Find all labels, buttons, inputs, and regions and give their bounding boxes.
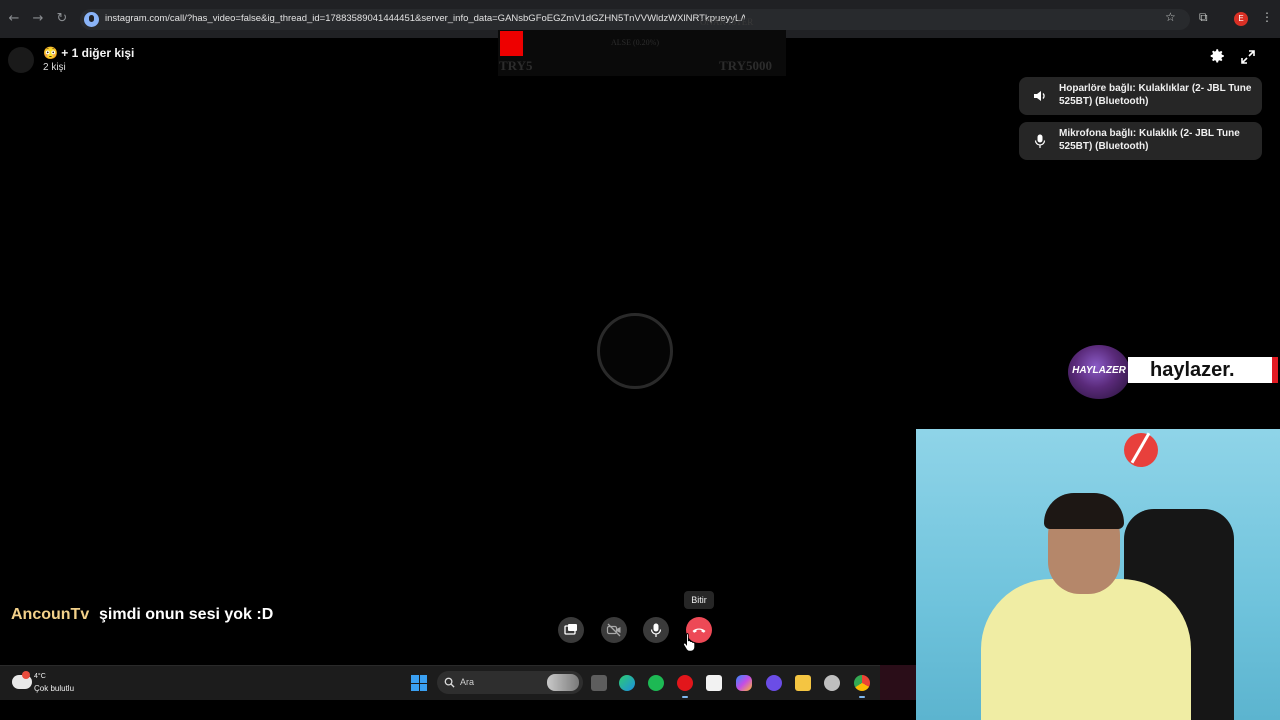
- profile-avatar[interactable]: E: [1234, 12, 1248, 26]
- microphone-text: Mikrofona bağlı: Kulaklık (2- JBL Tune 5…: [1059, 128, 1240, 152]
- copilot-icon[interactable]: [736, 675, 752, 691]
- app-icon[interactable]: [766, 675, 782, 691]
- share-screen-button[interactable]: [558, 617, 584, 643]
- taskbar-tray: [880, 665, 916, 700]
- chat-username: AncounTv: [11, 606, 90, 623]
- store-icon[interactable]: [706, 675, 722, 691]
- camera-off-icon: [606, 623, 621, 637]
- participant-avatar: [597, 313, 673, 389]
- call-title-text: + 1 diğer kişi: [61, 46, 135, 60]
- webcam-feed: [916, 429, 1280, 720]
- microphone-button[interactable]: [643, 617, 669, 643]
- address-bar[interactable]: instagram.com/call/?has_video=false&ig_t…: [80, 9, 1190, 30]
- overlay-percent: ALSE (0.20%): [611, 38, 659, 47]
- obs-icon[interactable]: [824, 675, 840, 691]
- search-highlight-image: [547, 674, 579, 691]
- streamer-logo-text: HAYLAZER: [1072, 365, 1126, 376]
- participant-count: 2 kişi: [43, 62, 66, 73]
- end-call-tooltip: Bitir: [684, 591, 714, 609]
- opera-icon[interactable]: [677, 675, 693, 691]
- edge-icon[interactable]: [619, 675, 635, 691]
- pen-logo-icon: [1124, 433, 1158, 467]
- chrome-active-indicator: [859, 696, 865, 698]
- overlay-title: ONAK İSTER: [700, 17, 754, 27]
- goal-progress-bar: [500, 31, 523, 56]
- overlay-max: TRY5000: [719, 58, 772, 73]
- chrome-icon[interactable]: [854, 675, 870, 691]
- hand-cursor-icon: [683, 633, 696, 652]
- speaker-notification: Hoparlöre bağlı: Kulaklıklar (2- JBL Tun…: [1019, 77, 1262, 115]
- windows-start-icon[interactable]: [411, 675, 427, 691]
- camera-off-button[interactable]: [601, 617, 627, 643]
- streamer-name: haylazer.: [1150, 359, 1235, 381]
- search-icon: [444, 677, 455, 688]
- site-info-icon[interactable]: [84, 12, 99, 27]
- taskbar-search[interactable]: Ara: [437, 671, 583, 694]
- reload-icon[interactable]: ↻: [54, 11, 70, 27]
- back-icon[interactable]: ←: [6, 11, 22, 27]
- search-label: Ara: [460, 677, 475, 687]
- overlay-min: TRY5: [499, 58, 533, 73]
- fullscreen-icon[interactable]: [1240, 49, 1256, 65]
- microphone-notification: Mikrofona bağlı: Kulaklık (2- JBL Tune 5…: [1019, 122, 1262, 160]
- emoji-icon: 😳: [43, 46, 58, 60]
- call-avatar: [8, 47, 34, 73]
- url-text: instagram.com/call/?has_video=false&ig_t…: [105, 13, 745, 24]
- share-screen-icon: [564, 624, 577, 635]
- windows-taskbar: 4°C Çok bulutlu Ara: [0, 665, 916, 700]
- speaker-icon: [1034, 91, 1045, 101]
- person-hair: [1044, 493, 1124, 529]
- microphone-icon: [1034, 134, 1046, 148]
- chat-message: şimdi onun sesi yok :D: [99, 606, 274, 623]
- task-view-icon[interactable]: [591, 675, 607, 691]
- streamer-logo: HAYLAZER: [1068, 345, 1130, 399]
- spotify-icon[interactable]: [648, 675, 664, 691]
- extensions-icon[interactable]: ⧉: [1199, 10, 1208, 25]
- gear-icon[interactable]: [1208, 47, 1226, 65]
- speaker-text: Hoparlöre bağlı: Kulaklıklar (2- JBL Tun…: [1059, 83, 1252, 107]
- opera-active-indicator: [682, 696, 688, 698]
- streamer-name-badge: haylazer.: [1128, 357, 1278, 383]
- weather-condition: Çok bulutlu: [34, 684, 75, 693]
- call-title: 😳 + 1 diğer kişi: [43, 46, 134, 60]
- file-explorer-icon[interactable]: [795, 675, 811, 691]
- bookmark-star-icon[interactable]: ☆: [1165, 10, 1176, 24]
- forward-icon[interactable]: →: [30, 11, 46, 27]
- menu-icon[interactable]: ⋮: [1261, 10, 1273, 24]
- person-body: [981, 579, 1191, 720]
- microphone-icon: [650, 623, 662, 637]
- weather-temperature: 4°C: [34, 673, 46, 680]
- weather-cloud-icon[interactable]: [12, 671, 32, 689]
